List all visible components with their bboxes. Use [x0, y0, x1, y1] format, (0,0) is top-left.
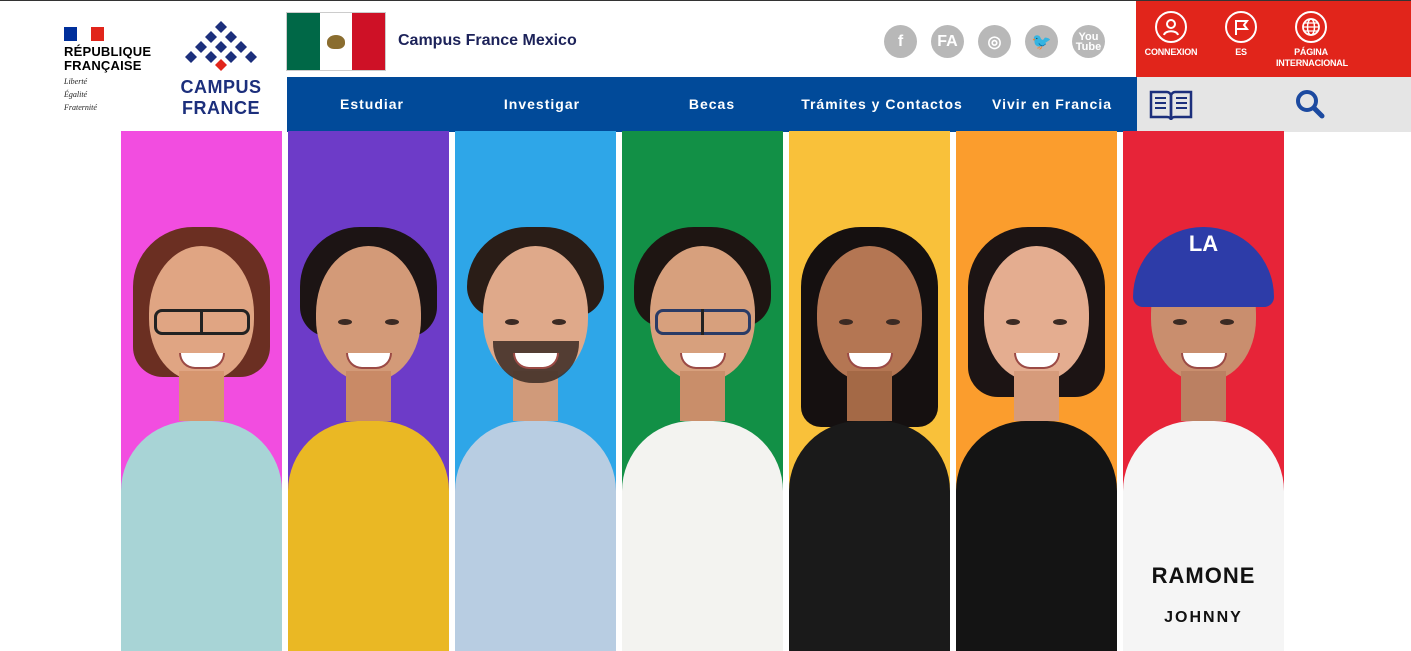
- hero-banner: LA RAMONE JOHNNY: [121, 131, 1289, 651]
- student-photo-7: LA RAMONE JOHNNY: [1123, 131, 1284, 651]
- facebook-icon[interactable]: f: [884, 25, 917, 58]
- student-photo-5: [789, 131, 950, 651]
- motto-2: Égalité: [64, 90, 88, 99]
- main-nav: Estudiar Investigar Becas Trámites y Con…: [287, 77, 1137, 132]
- book-icon[interactable]: [1149, 88, 1193, 122]
- shirt-print-subtext: JOHNNY: [1164, 609, 1243, 626]
- language-button[interactable]: ES: [1206, 1, 1276, 77]
- nav-tramites[interactable]: Trámites y Contactos: [797, 77, 967, 132]
- student-photo-3: [455, 131, 616, 651]
- student-photo-6: [956, 131, 1117, 651]
- search-icon[interactable]: [1295, 89, 1325, 119]
- connexion-label: CONNEXION: [1144, 47, 1198, 57]
- user-icon: [1155, 11, 1187, 43]
- mexico-flag-icon: [286, 12, 386, 71]
- site-title[interactable]: Campus France Mexico: [398, 32, 577, 50]
- twitter-icon[interactable]: 🐦: [1025, 25, 1058, 58]
- campus-logo-line-2: FRANCE: [182, 98, 260, 118]
- nav-vivir-en-francia[interactable]: Vivir en Francia: [967, 77, 1137, 132]
- instagram-icon[interactable]: ◎: [978, 25, 1011, 58]
- republique-name-2: FRANÇAISE: [64, 58, 142, 73]
- campus-france-diamond-icon: [185, 21, 257, 71]
- language-label: ES: [1235, 47, 1247, 57]
- republique-name-1: RÉPUBLIQUE: [64, 44, 152, 59]
- globe-icon: [1295, 11, 1327, 43]
- nav-investigar[interactable]: Investigar: [457, 77, 627, 132]
- cap-logo-text: LA: [1188, 231, 1219, 256]
- student-photo-2: [288, 131, 449, 651]
- republique-francaise-logo[interactable]: RÉPUBLIQUE FRANÇAISE Liberté Égalité Fra…: [64, 27, 164, 112]
- international-page-button[interactable]: PÁGINA INTERNACIONAL: [1276, 1, 1348, 77]
- french-flag-icon: [64, 27, 104, 41]
- nav-becas[interactable]: Becas: [627, 77, 797, 132]
- connexion-button[interactable]: CONNEXION: [1136, 1, 1206, 77]
- site-header: RÉPUBLIQUE FRANÇAISE Liberté Égalité Fra…: [0, 0, 1411, 132]
- top-right-menu: CONNEXION ES PÁGINA INTERNACIONAL: [1136, 1, 1411, 77]
- motto-1: Liberté: [64, 77, 88, 86]
- campus-france-logo[interactable]: CAMPUS FRANCE: [172, 19, 270, 117]
- social-links: f FA ◎ 🐦 You Tube: [884, 25, 1105, 58]
- fa-icon[interactable]: FA: [931, 25, 964, 58]
- youtube-icon[interactable]: You Tube: [1072, 25, 1105, 58]
- campus-logo-line-1: CAMPUS: [180, 77, 262, 97]
- flag-icon: [1225, 11, 1257, 43]
- international-label: PÁGINA INTERNACIONAL: [1276, 47, 1348, 68]
- student-photo-4: [622, 131, 783, 651]
- tools-bar: [1137, 77, 1411, 132]
- shirt-print-text: RAMONE: [1151, 563, 1256, 588]
- student-photo-1: [121, 131, 282, 651]
- nav-estudiar[interactable]: Estudiar: [287, 77, 457, 132]
- motto-3: Fraternité: [64, 103, 97, 112]
